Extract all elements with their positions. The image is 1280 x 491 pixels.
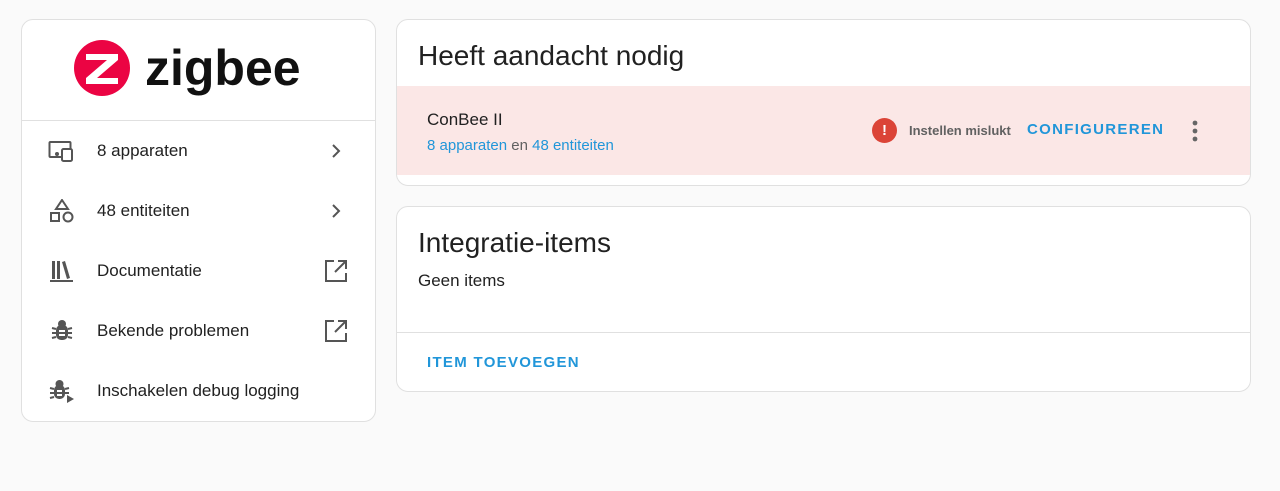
devices-icon xyxy=(48,139,76,163)
links-conjunction: en xyxy=(511,137,528,154)
status-text: Instellen mislukt xyxy=(909,123,1011,138)
entities-link[interactable]: 48 entiteiten xyxy=(532,137,614,154)
bug-icon xyxy=(48,319,76,343)
attention-device-row: ConBee II 8 apparaten en 48 entiteiten !… xyxy=(397,86,1250,175)
sidebar-item-debug-logging[interactable]: Inschakelen debug logging xyxy=(22,361,375,421)
attention-title: Heeft aandacht nodig xyxy=(418,40,685,71)
add-item-button[interactable]: ITEM TOEVOEGEN xyxy=(427,354,580,371)
open-in-new-icon xyxy=(323,319,349,343)
configure-button[interactable]: CONFIGUREREN xyxy=(1027,121,1164,138)
sidebar-item-documentation[interactable]: Documentatie xyxy=(22,241,375,301)
more-vert-icon[interactable] xyxy=(1181,119,1209,143)
shapes-icon xyxy=(48,199,76,223)
bookshelf-icon xyxy=(48,259,76,283)
sidebar-item-devices[interactable]: 8 apparaten xyxy=(22,121,375,181)
empty-items-text: Geen items xyxy=(418,271,505,290)
sidebar-item-label: Bekende problemen xyxy=(97,321,250,340)
sidebar-item-label: Inschakelen debug logging xyxy=(97,381,300,400)
open-in-new-icon xyxy=(323,259,349,283)
device-links: 8 apparaten en 48 entiteiten xyxy=(427,137,614,154)
integration-items-card: Integratie-items Geen items ITEM TOEVOEG… xyxy=(396,206,1251,392)
chevron-right-icon xyxy=(323,139,349,163)
devices-link[interactable]: 8 apparaten xyxy=(427,137,507,154)
sidebar-item-known-issues[interactable]: Bekende problemen xyxy=(22,301,375,361)
chevron-right-icon xyxy=(323,199,349,223)
sidebar-item-label: 48 entiteiten xyxy=(97,201,190,220)
attention-card: Heeft aandacht nodig ConBee II 8 apparat… xyxy=(396,19,1251,186)
device-name: ConBee II xyxy=(427,110,503,129)
divider xyxy=(397,332,1250,333)
zigbee-wordmark: zigbee xyxy=(145,40,301,96)
bug-play-icon xyxy=(48,379,76,403)
sidebar-item-label: Documentatie xyxy=(97,261,202,280)
sidebar-item-entities[interactable]: 48 entiteiten xyxy=(22,181,375,241)
integration-info-card: zigbee 8 apparaten 48 entiteiten Documen… xyxy=(21,19,376,422)
sidebar-menu: 8 apparaten 48 entiteiten Documentatie B… xyxy=(22,121,375,421)
items-title: Integratie-items xyxy=(418,227,611,258)
sidebar-item-label: 8 apparaten xyxy=(97,141,188,160)
alert-circle-icon: ! xyxy=(872,118,897,143)
zigbee-logo-area: zigbee xyxy=(22,20,375,121)
zigbee-logo: zigbee xyxy=(73,40,301,96)
